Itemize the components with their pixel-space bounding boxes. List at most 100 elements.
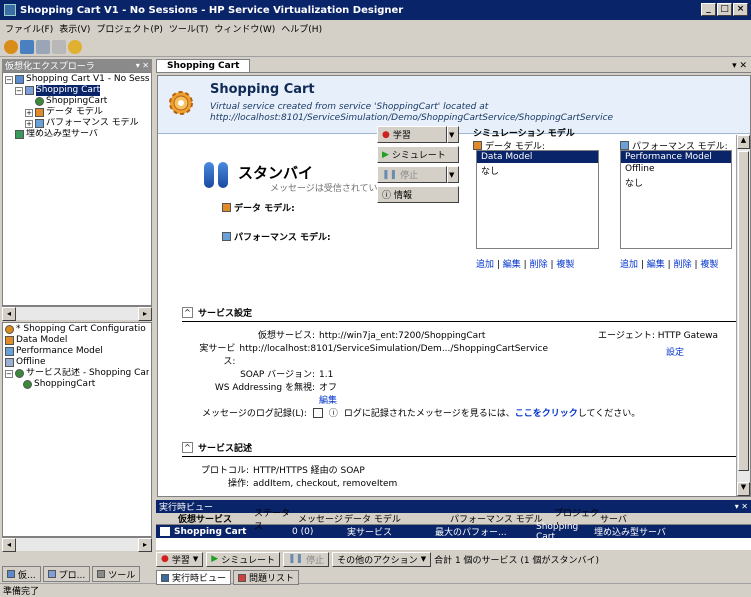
soap-version-value: 1.1	[319, 370, 334, 380]
document-tab[interactable]: Shopping Cart	[156, 59, 251, 72]
tree-item-project[interactable]: − Shopping Cart V1 - No Sess	[5, 74, 149, 85]
play-icon: ▶	[211, 554, 219, 564]
status-text: 準備完了	[3, 587, 40, 597]
ws-addressing-value: オフ	[319, 383, 338, 393]
message-logging-checkbox[interactable]	[312, 407, 323, 418]
settings-icon[interactable]	[4, 39, 18, 54]
close-button[interactable]: ×	[733, 3, 748, 16]
real-service-url: http://localhost:8101/ServiceSimulation/…	[239, 344, 548, 354]
agent-settings-link[interactable]: 設定	[666, 348, 684, 358]
tab-virtualization-explorer[interactable]: 仮...	[2, 566, 41, 582]
bottom-panel-tabs: 実行時ビュー 問題リスト	[156, 570, 751, 585]
info-button-wrap: ⓘ 情報	[377, 186, 459, 203]
data-model-duplicate-link[interactable]: 複製	[556, 260, 574, 270]
explorer-tree: − Shopping Cart V1 - No Sess − Shopping Ca…	[2, 72, 152, 306]
log-hint-link[interactable]: ここをクリック	[515, 406, 578, 419]
menu-file[interactable]: ファイル(F)	[2, 22, 56, 35]
explorer-hscrollbar[interactable]: ◂ ▸	[2, 306, 152, 321]
info-button[interactable]: ⓘ 情報	[377, 186, 459, 203]
learn-button[interactable]: ● 学習	[377, 126, 447, 143]
menu-help[interactable]: ヘルプ(H)	[278, 22, 325, 35]
tab-tools[interactable]: ツール	[92, 566, 141, 582]
tree-item-description-shoppingcart[interactable]: ShoppingCart	[5, 379, 149, 390]
row-project: Shopping Cart	[536, 521, 579, 542]
tree-item-config-data-model[interactable]: Data Model	[5, 335, 149, 346]
project-icon	[47, 570, 56, 578]
save-all-icon[interactable]	[52, 39, 66, 54]
data-model-list: Data Model なし	[476, 150, 599, 249]
tree-item-configuration[interactable]: * Shopping Cart Configuratio	[5, 324, 149, 335]
runtime-view-panel: 実行時ビュー ▾ ✕ 仮想サービス ステータス メッセージ データ モデル パフ…	[156, 500, 751, 585]
perf-model-option-none[interactable]: なし	[621, 175, 731, 190]
service-settings: 仮想サービス: http://win7ja_ent:7200/ShoppingCa…	[188, 330, 548, 408]
record-icon: ●	[161, 554, 169, 564]
data-model-delete-link[interactable]: 削除	[530, 260, 548, 270]
menu-window[interactable]: ウィンドウ(W)	[211, 22, 278, 35]
service-icon	[25, 86, 34, 95]
tree-item-service-description[interactable]: − サービス記述 - Shopping Cart	[5, 368, 149, 379]
explorer-header: 仮想化エクスプローラ ▾ ✕	[2, 59, 152, 72]
tree-item-embedded-server[interactable]: 埋め込み型サーバ	[5, 129, 149, 140]
panel-controls-icon[interactable]: ▾ ✕	[735, 502, 751, 511]
row-performance-model: 最大のパフォー...	[435, 528, 507, 538]
window-title-bar: Shopping Cart V1 - No Sessions - HP Serv…	[0, 0, 751, 20]
panel-controls-icon[interactable]: ▾ ✕	[136, 61, 152, 70]
learn-dropdown[interactable]: ▼	[447, 126, 459, 143]
save-icon[interactable]	[36, 39, 50, 54]
log-hint-suffix: してください。	[577, 409, 641, 419]
explorer-icon	[7, 570, 15, 578]
perf-model-option-selected[interactable]: Performance Model	[621, 151, 731, 163]
col-server[interactable]: サーバ	[600, 512, 627, 525]
toolbar	[0, 37, 751, 57]
new-project-icon[interactable]	[20, 39, 34, 54]
tab-close-icon[interactable]: ▾ ✕	[732, 61, 751, 71]
runtime-table-header: 仮想サービス ステータス メッセージ データ モデル パフォーマンス モデル プ…	[156, 509, 751, 532]
config-hscrollbar[interactable]: ◂ ▸	[2, 537, 152, 552]
tree-item-config-offline[interactable]: Offline	[5, 357, 149, 368]
left-panel-tabs: 仮... プロ... ツール	[2, 566, 152, 582]
runtime-other-actions-button[interactable]: その他のアクション ▼	[332, 551, 432, 567]
data-model-add-link[interactable]: 追加	[476, 260, 494, 270]
perf-model-edit-link[interactable]: 編集	[647, 260, 665, 270]
runtime-simulate-button[interactable]: ▶ シミュレート	[206, 551, 281, 567]
perf-model-add-link[interactable]: 追加	[620, 260, 638, 270]
stop-dropdown[interactable]: ▼	[447, 166, 459, 183]
standby-icon	[200, 160, 232, 192]
data-model-option-none[interactable]: なし	[477, 163, 598, 178]
data-model-option-selected[interactable]: Data Model	[477, 151, 598, 163]
tree-item-service[interactable]: − Shopping Cart	[5, 85, 149, 96]
collapse-icon[interactable]: ^	[182, 307, 193, 318]
tree-item-config-performance-model[interactable]: Performance Model	[5, 346, 149, 357]
tab-problem-list[interactable]: 問題リスト	[233, 570, 300, 585]
pause-icon: ❚❚	[288, 554, 304, 564]
runtime-summary: 合計 1 個のサービス (1 個がスタンバイ)	[434, 555, 599, 566]
tools-icon	[97, 570, 106, 578]
stop-button[interactable]: ❚❚ 停止	[377, 166, 447, 183]
col-virtual-service[interactable]: 仮想サービス	[178, 512, 254, 525]
ws-addressing-label: WS Addressing を無視:	[214, 383, 315, 393]
refresh-icon[interactable]	[68, 39, 82, 54]
runtime-stop-button[interactable]: ❚❚ 停止	[283, 551, 330, 567]
simulate-button[interactable]: ▶ シミュレート	[377, 146, 459, 163]
tab-project[interactable]: プロ...	[42, 566, 91, 582]
maximize-button[interactable]: □	[717, 3, 732, 16]
minimize-button[interactable]: _	[701, 3, 716, 16]
perf-model-delete-link[interactable]: 削除	[674, 260, 692, 270]
tree-item-performance-model[interactable]: + パフォーマンス モデル	[5, 118, 149, 129]
perf-model-duplicate-link[interactable]: 複製	[700, 260, 718, 270]
table-row[interactable]: Shopping Cart 0 (0) 実サービス 最大のパフォー... Sho…	[156, 522, 751, 542]
tab-runtime-view[interactable]: 実行時ビュー	[156, 570, 232, 585]
menu-project[interactable]: プロジェクト(P)	[93, 22, 165, 35]
menu-view[interactable]: 表示(V)	[56, 22, 93, 35]
document-vscrollbar[interactable]: ▲ ▼	[736, 135, 750, 496]
collapse-icon[interactable]: ^	[182, 442, 193, 453]
col-messages[interactable]: メッセージ	[298, 512, 344, 525]
data-model-edit-link[interactable]: 編集	[503, 260, 521, 270]
tree-item-shoppingcart[interactable]: ShoppingCart	[5, 96, 149, 107]
col-data-model[interactable]: データ モデル	[344, 512, 450, 525]
menu-tools[interactable]: ツール(T)	[166, 22, 212, 35]
row-service: Shopping Cart	[174, 526, 247, 537]
tree-item-data-model[interactable]: + データ モデル	[5, 107, 149, 118]
perf-model-option-offline[interactable]: Offline	[621, 163, 731, 175]
runtime-learn-button[interactable]: ● 学習 ▼	[156, 551, 204, 567]
